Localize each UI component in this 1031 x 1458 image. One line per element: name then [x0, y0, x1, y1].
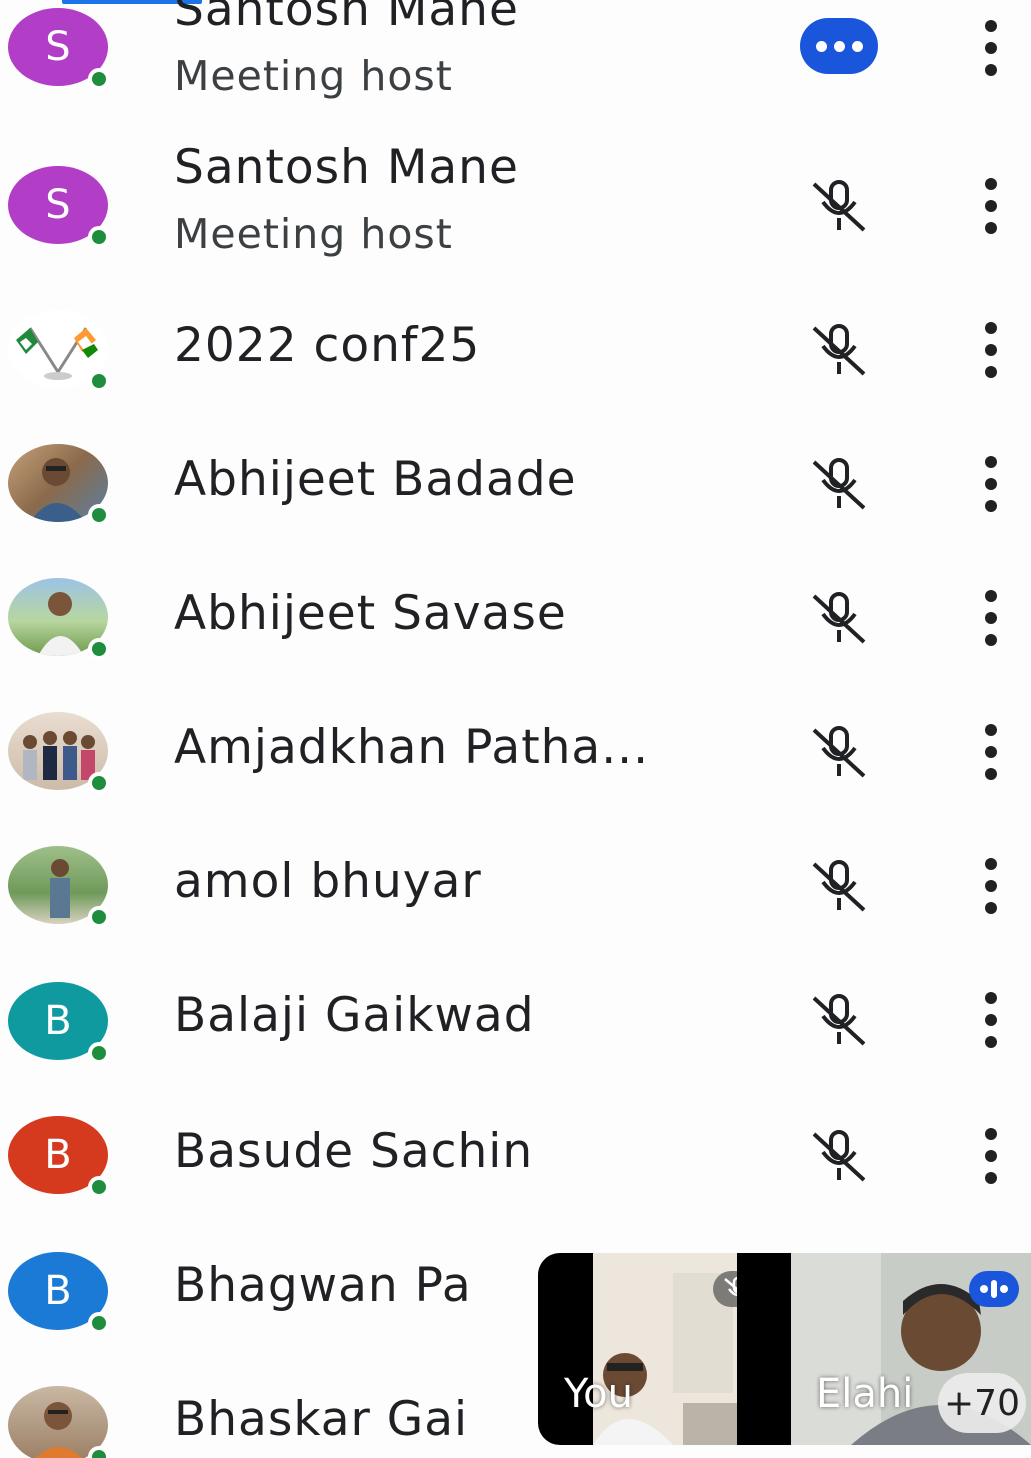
mic-off-icon	[713, 1271, 737, 1307]
participant-row[interactable]: S Santosh Mane Meeting host	[0, 140, 1031, 268]
avatar: S	[8, 166, 110, 248]
mic-off-icon	[812, 1130, 866, 1182]
participant-row[interactable]: amol bhuyar	[0, 826, 1031, 946]
participant-row[interactable]: 2022 conf25	[0, 290, 1031, 410]
speaking-indicator-icon	[800, 18, 878, 74]
participant-name: 2022 conf25	[174, 318, 481, 373]
online-dot	[88, 1446, 110, 1458]
participants-screen: S Santosh Mane Meeting host S Santosh Ma…	[0, 0, 1031, 1458]
speaking-indicator-icon	[969, 1271, 1019, 1307]
avatar: B	[8, 982, 110, 1064]
more-vert-icon[interactable]	[972, 990, 1012, 1050]
avatar: B	[8, 1116, 110, 1198]
more-vert-icon[interactable]	[972, 1126, 1012, 1186]
more-vert-icon[interactable]	[972, 454, 1012, 514]
avatar	[8, 310, 110, 392]
self-video-label: You	[564, 1371, 633, 1417]
online-dot	[88, 906, 110, 928]
mic-off-icon	[812, 180, 866, 232]
avatar	[8, 578, 110, 660]
mic-off-icon	[812, 324, 866, 376]
participant-row[interactable]: S Santosh Mane Meeting host	[0, 0, 1031, 110]
online-dot	[88, 68, 110, 90]
mic-off-icon	[812, 860, 866, 912]
participant-row[interactable]: B Balaji Gaikwad	[0, 960, 1031, 1080]
avatar	[8, 712, 110, 794]
avatar	[8, 846, 110, 928]
participant-name: Balaji Gaikwad	[174, 988, 535, 1043]
more-vert-icon[interactable]	[972, 176, 1012, 236]
participant-video-label: Elahi	[816, 1371, 914, 1417]
online-dot	[88, 370, 110, 392]
more-vert-icon[interactable]	[972, 18, 1012, 78]
online-dot	[88, 504, 110, 526]
participant-name: Abhijeet Savase	[174, 586, 567, 641]
mic-off-icon	[812, 458, 866, 510]
more-vert-icon[interactable]	[972, 856, 1012, 916]
online-dot	[88, 772, 110, 794]
participant-name: Santosh Mane	[174, 0, 519, 37]
more-vert-icon[interactable]	[972, 722, 1012, 782]
participant-name: Basude Sachin	[174, 1124, 534, 1179]
participant-role: Meeting host	[174, 210, 453, 258]
online-dot	[88, 1176, 110, 1198]
avatar	[8, 444, 110, 526]
online-dot	[88, 1042, 110, 1064]
online-dot	[88, 226, 110, 248]
participant-name: Amjadkhan Patha...	[174, 720, 650, 775]
participant-name: amol bhuyar	[174, 854, 482, 909]
participant-role: Meeting host	[174, 52, 453, 100]
participant-name: Santosh Mane	[174, 140, 519, 195]
participant-name: Bhaskar Gai	[174, 1392, 469, 1447]
mic-off-icon	[812, 726, 866, 778]
more-vert-icon[interactable]	[972, 320, 1012, 380]
participant-row[interactable]: B Basude Sachin	[0, 1094, 1031, 1214]
avatar: B	[8, 1252, 110, 1334]
mic-off-icon	[812, 994, 866, 1046]
participant-name: Bhagwan Pa	[174, 1258, 472, 1313]
online-dot	[88, 1312, 110, 1334]
participant-name: Abhijeet Badade	[174, 452, 577, 507]
more-participants-badge[interactable]: +70	[938, 1373, 1026, 1433]
online-dot	[88, 638, 110, 660]
mic-off-icon	[812, 592, 866, 644]
participant-row[interactable]: Abhijeet Savase	[0, 558, 1031, 678]
participant-row[interactable]: Amjadkhan Patha...	[0, 692, 1031, 812]
more-vert-icon[interactable]	[972, 588, 1012, 648]
participant-list[interactable]: S Santosh Mane Meeting host S Santosh Ma…	[0, 0, 1031, 1458]
participant-row[interactable]: Abhijeet Badade	[0, 424, 1031, 544]
avatar	[8, 1386, 110, 1458]
avatar: S	[8, 8, 110, 90]
